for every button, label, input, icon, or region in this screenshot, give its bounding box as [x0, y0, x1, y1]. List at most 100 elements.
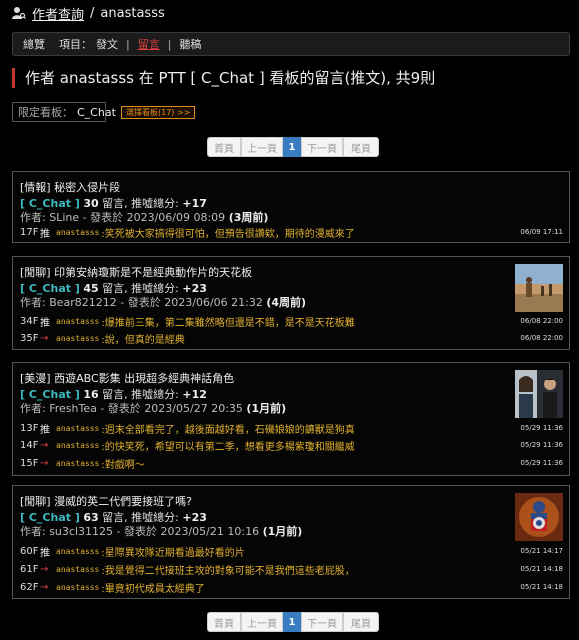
comment-line: 17F 推 anastasss :笑死被大家搞得很可怕，但預告很讚欸，期待的漫威…: [20, 225, 563, 240]
posted-date: 2023/06/06 21:32: [164, 296, 263, 309]
comment-text: :對戲啊～: [101, 459, 145, 471]
comment-floor: 34F: [20, 315, 39, 327]
posted-relative: (4周前): [266, 296, 307, 309]
board-filter: 限定看板： C_Chat: [12, 102, 116, 122]
author-prefix: 作者:: [20, 525, 50, 538]
comment-text: :星際異攻隊近期看過最好看的片: [101, 547, 245, 559]
article-title[interactable]: [情報] 秘密入侵片段: [20, 179, 120, 195]
comment-line: 14F → anastasss :的快笑死，希望可以有第二季，想看更多楊紫瓊和關…: [20, 438, 563, 453]
author-prefix: 作者:: [20, 402, 50, 415]
comment-text: :週末全部看完了，越後面越好看，石磯娘娘的鑣獸是狗真: [101, 424, 355, 436]
comment-time: 05/29 11:36: [520, 424, 563, 432]
comment-floor: 13F: [20, 422, 39, 434]
comment-time: 05/21 14:17: [520, 547, 563, 555]
comment-tag: →: [40, 563, 49, 575]
comment-line: 62F → anastasss :畢竟初代成員太經典了 05/21 14:18: [20, 580, 563, 595]
comment-line: 13F 推 anastasss :週末全部看完了，越後面越好看，石磯娘娘的鑣獸是…: [20, 421, 563, 436]
tab-separator: |: [126, 37, 130, 51]
comment-tag: 推: [40, 547, 50, 559]
breadcrumb-separator: /: [90, 5, 95, 21]
article-author-line: 作者: su3cl31125 - 發表於 2023/05/21 10:16 (1…: [20, 523, 302, 539]
comment-line: 34F 推 anastasss :爆推前三集，第二集雖然略但還是不錯，是不是天花…: [20, 314, 563, 329]
comment-tag: 推: [40, 424, 50, 436]
comment-time: 06/08 22:00: [520, 334, 563, 342]
comment-time: 05/21 14:18: [520, 583, 563, 591]
comment-user: anastasss: [56, 440, 100, 450]
article-card: [情報] 秘密入侵片段 [ C_Chat ] 30 留言, 推噓總分: +17 …: [12, 171, 570, 243]
comment-user: anastasss: [56, 564, 100, 574]
posted-relative: (3周前): [228, 211, 269, 224]
article-title[interactable]: [美漫] 西遊ABC影集 出現超多經典神話角色: [20, 370, 234, 386]
page-title: 作者 anastasss 在 PTT [ C_Chat ] 看板的留言(推文),…: [12, 68, 435, 88]
prev-page-button[interactable]: 上一頁: [241, 137, 283, 157]
last-page-button[interactable]: 尾頁: [343, 612, 379, 632]
comment-user: anastasss: [56, 423, 100, 433]
last-page-button[interactable]: 尾頁: [343, 137, 379, 157]
author-search-link[interactable]: 作者查詢: [32, 4, 84, 23]
comment-text: :我是覺得二代接班主攻的對象可能不是我們這些老屁股，: [101, 565, 355, 577]
posted-label: - 發表於: [113, 525, 161, 538]
comment-floor: 15F: [20, 457, 39, 469]
article-card: [閒聊] 漫威的英二代們要接班了嗎? [ C_Chat ] 63 留言, 推噓總…: [12, 485, 570, 599]
posted-relative: (1月前): [246, 402, 287, 415]
comment-tag: →: [40, 439, 49, 451]
comment-time: 05/21 14:18: [520, 565, 563, 573]
comment-tag: 推: [40, 228, 50, 240]
comment-text: :笑死被大家搞得很可怕，但預告很讚欸，期待的漫威來了: [101, 228, 355, 240]
comment-floor: 35F: [20, 332, 39, 344]
article-title[interactable]: [閒聊] 漫威的英二代們要接班了嗎?: [20, 493, 192, 509]
comment-line: 15F → anastasss :對戲啊～ 05/29 11:36: [20, 456, 563, 471]
next-page-button[interactable]: 下一頁: [301, 137, 343, 157]
tab-posts[interactable]: 發文: [96, 36, 118, 52]
posted-label: - 發表於: [96, 402, 145, 415]
breadcrumb-user: anastasss: [100, 5, 165, 21]
tab-bar: 總覽 項目： 發文 | 留言 | 聽稿: [12, 32, 570, 56]
article-thumbnail[interactable]: [515, 264, 563, 312]
posted-label: - 發表於: [79, 211, 127, 224]
select-board-button[interactable]: 選擇看板(17) >>: [121, 106, 196, 119]
comment-time: 06/08 22:00: [520, 317, 563, 325]
comment-user: anastasss: [56, 316, 100, 326]
comment-text: :爆推前三集，第二集雖然略但還是不錯，是不是天花板難: [101, 317, 355, 329]
comment-user: anastasss: [56, 333, 100, 343]
author-name[interactable]: SLine: [49, 211, 79, 224]
article-card: [美漫] 西遊ABC影集 出現超多經典神話角色 [ C_Chat ] 16 留言…: [12, 362, 570, 476]
comment-floor: 61F: [20, 563, 39, 575]
comment-floor: 60F: [20, 545, 39, 557]
pagination-top: 首頁 上一頁 1 下一頁 尾頁: [207, 137, 379, 157]
comment-line: 60F 推 anastasss :星際異攻隊近期看過最好看的片 05/21 14…: [20, 544, 563, 559]
comment-time: 05/29 11:36: [520, 441, 563, 449]
comment-line: 61F → anastasss :我是覺得二代接班主攻的對象可能不是我們這些老屁…: [20, 562, 563, 577]
next-page-button[interactable]: 下一頁: [301, 612, 343, 632]
article-author-line: 作者: FreshTea - 發表於 2023/05/27 20:35 (1月前…: [20, 400, 286, 416]
article-thumbnail[interactable]: [515, 493, 563, 541]
author-name[interactable]: FreshTea: [49, 402, 97, 415]
tab-items-label: 項目：: [59, 38, 92, 51]
first-page-button[interactable]: 首頁: [207, 612, 241, 632]
posted-date: 2023/06/09 08:09: [126, 211, 226, 224]
author-name[interactable]: su3cl31125: [49, 525, 113, 538]
tab-separator: |: [167, 37, 172, 51]
comment-user: anastasss: [56, 227, 100, 237]
article-title[interactable]: [閒聊] 印第安納瓊斯是不是經典動作片的天花板: [20, 264, 252, 280]
current-page-button[interactable]: 1: [283, 137, 301, 157]
tab-overview[interactable]: 總覽: [23, 36, 45, 52]
tab-drafts[interactable]: 聽稿: [179, 36, 201, 52]
author-name[interactable]: Bear821212: [49, 296, 117, 309]
article-author-line: 作者: Bear821212 - 發表於 2023/06/06 21:32 (4…: [20, 294, 306, 310]
comment-user: anastasss: [56, 458, 100, 468]
comment-user: anastasss: [56, 546, 100, 556]
article-thumbnail[interactable]: [515, 370, 563, 418]
comment-time: 06/09 17:11: [520, 228, 563, 236]
comment-text: :畢竟初代成員太經典了: [101, 583, 205, 595]
comment-tag: →: [40, 581, 49, 593]
author-prefix: 作者:: [20, 296, 50, 309]
current-page-button[interactable]: 1: [283, 612, 301, 632]
prev-page-button[interactable]: 上一頁: [241, 612, 283, 632]
user-search-icon: [12, 7, 26, 19]
tab-comments[interactable]: 留言: [138, 36, 160, 52]
comment-tag: →: [40, 332, 49, 344]
comment-user: anastasss: [56, 582, 100, 592]
article-card: [閒聊] 印第安納瓊斯是不是經典動作片的天花板 [ C_Chat ] 45 留言…: [12, 256, 570, 350]
first-page-button[interactable]: 首頁: [207, 137, 241, 157]
